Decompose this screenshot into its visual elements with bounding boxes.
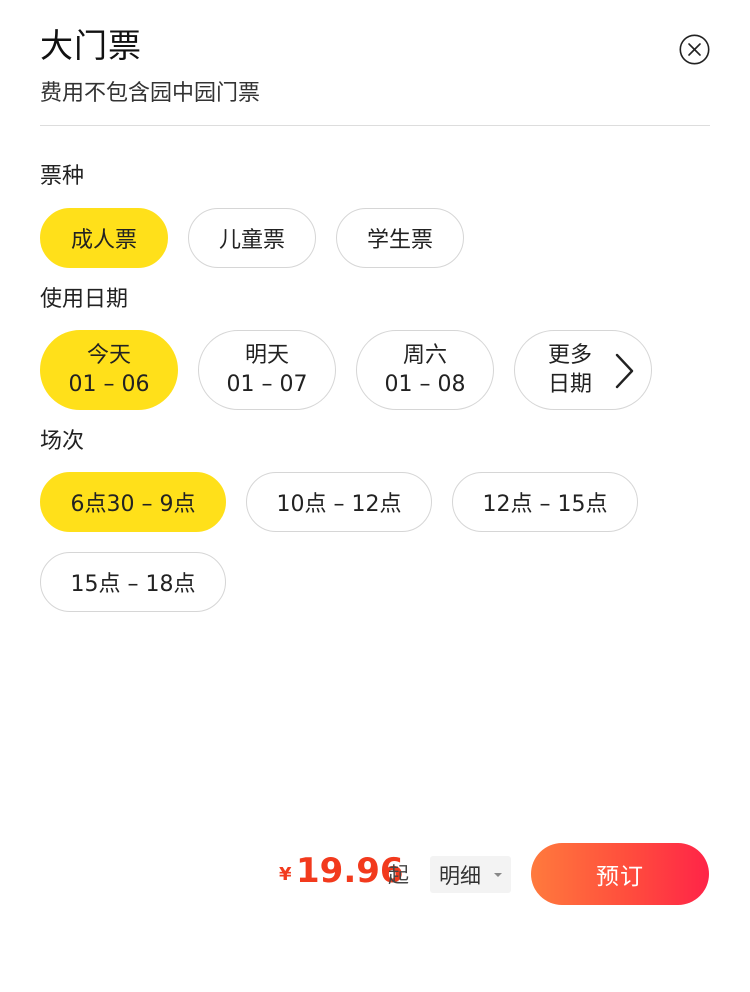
page-subtitle: 费用不包含园中园门票 (40, 81, 261, 106)
use-date-label: 使用日期 (40, 287, 129, 312)
chevron-right-icon (613, 352, 635, 396)
close-button[interactable] (679, 34, 710, 65)
date-option-day: 周六 (402, 343, 447, 368)
ticket-option-adult[interactable]: 成人票 (40, 208, 168, 268)
more-dates-button[interactable]: 更多 日期 (514, 330, 652, 410)
footer-bar: ¥ 19.96 起 明细 预订 (0, 843, 750, 905)
date-option-today[interactable]: 今天 01 – 06 (40, 330, 178, 410)
header: 大门票 费用不包含园中园门票 (40, 0, 710, 126)
caret-down-icon (494, 873, 502, 877)
circle-x-icon (679, 34, 710, 65)
session-label: 场次 (40, 429, 85, 454)
price-detail-button[interactable]: 明细 (430, 856, 511, 893)
book-button[interactable]: 预订 (531, 843, 709, 905)
ticket-option-child[interactable]: 儿童票 (188, 208, 316, 268)
date-option-date: 01 – 07 (226, 372, 308, 397)
page-title: 大门票 (40, 26, 142, 65)
session-option-2[interactable]: 10点 – 12点 (246, 472, 432, 532)
date-option-date: 01 – 08 (384, 372, 466, 397)
date-option-day: 今天 (86, 343, 131, 368)
session-option-3[interactable]: 12点 – 15点 (452, 472, 638, 532)
date-option-tomorrow[interactable]: 明天 01 – 07 (198, 330, 336, 410)
currency-symbol: ¥ (279, 864, 292, 885)
session-option-4[interactable]: 15点 – 18点 (40, 552, 226, 612)
more-dates-line1: 更多 (548, 343, 593, 368)
date-option-date: 01 – 06 (68, 372, 150, 397)
price-suffix: 起 (388, 863, 409, 887)
session-option-1[interactable]: 6点30 – 9点 (40, 472, 226, 532)
ticket-option-student[interactable]: 学生票 (336, 208, 464, 268)
date-option-saturday[interactable]: 周六 01 – 08 (356, 330, 494, 410)
more-dates-line2: 日期 (548, 372, 593, 397)
date-option-day: 明天 (244, 343, 289, 368)
ticket-type-label: 票种 (40, 164, 85, 189)
price-detail-label: 明细 (439, 863, 481, 888)
